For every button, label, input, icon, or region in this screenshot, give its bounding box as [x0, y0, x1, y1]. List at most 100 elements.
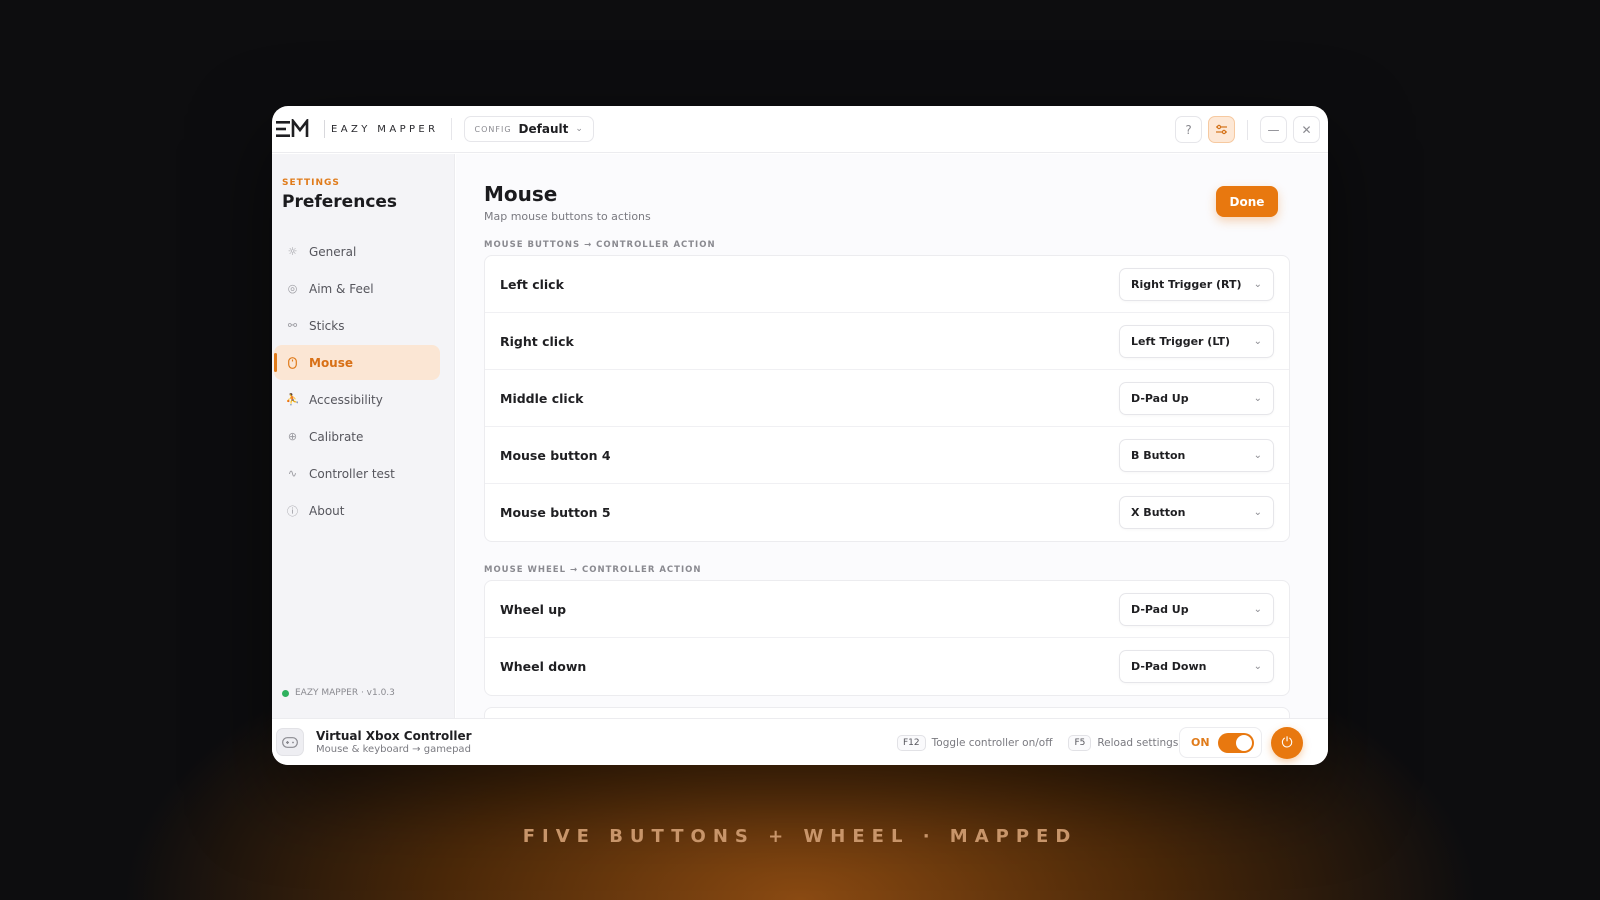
target-icon: ◎: [287, 282, 298, 295]
page-subtitle: Map mouse buttons to actions: [484, 210, 651, 223]
sidebar-item-about[interactable]: ⓘ About: [274, 493, 440, 528]
action-select[interactable]: D-Pad Up ⌄: [1119, 381, 1274, 415]
device-subtitle: Mouse & keyboard → gamepad: [316, 744, 471, 755]
chevron-down-icon: ⌄: [1253, 661, 1262, 672]
chevron-down-icon: ⌄: [1253, 392, 1262, 404]
accessibility-icon: ⛹: [285, 393, 300, 406]
sidebar-item-aim-feel[interactable]: ◎ Aim & Feel: [274, 271, 440, 306]
sidebar-item-label: General: [309, 244, 357, 259]
mapping-label: Right click: [500, 333, 574, 349]
crosshair-icon: ⊕: [287, 430, 298, 443]
mapping-row: Middle click D-Pad Up ⌄: [485, 370, 1289, 427]
sidebar-item-calibrate[interactable]: ⊕ Calibrate: [274, 419, 440, 454]
status-bar: Virtual Xbox Controller Mouse & keyboard…: [272, 718, 1328, 765]
action-select[interactable]: D-Pad Down ⌄: [1119, 650, 1274, 683]
close-icon: ✕: [1301, 122, 1312, 137]
chevron-down-icon: ⌄: [1253, 449, 1262, 461]
close-button[interactable]: ✕: [1293, 116, 1320, 143]
info-icon: ⓘ: [287, 504, 298, 518]
gamepad-icon: [276, 728, 304, 756]
controller-toggle[interactable]: ON: [1179, 727, 1262, 758]
select-value: D-Pad Down: [1131, 660, 1207, 673]
device-name: Virtual Xbox Controller: [316, 729, 472, 743]
buttons-card: Left click Right Trigger (RT) ⌄ Right cl…: [484, 255, 1290, 542]
sliders-icon: [1216, 124, 1227, 135]
sidebar-item-label: Accessibility: [309, 392, 383, 407]
title-divider: [450, 118, 452, 140]
sidebar-eyebrow: SETTINGS: [282, 178, 340, 188]
mapping-label: Middle click: [500, 390, 584, 406]
select-value: Right Trigger (RT): [1131, 277, 1242, 291]
power-icon: ⏻: [1281, 735, 1293, 751]
sticks-icon: ⚯: [287, 319, 298, 332]
mapping-row: Mouse button 5 X Button ⌄: [485, 484, 1289, 541]
sidebar-item-sticks[interactable]: ⚯ Sticks: [274, 308, 440, 343]
config-label: CONFIG: [474, 124, 512, 134]
config-value: Default: [518, 122, 569, 136]
status-dot: [282, 689, 289, 697]
sidebar-item-accessibility[interactable]: ⛹ Accessibility: [274, 382, 440, 417]
power-button[interactable]: ⏻: [1271, 727, 1303, 759]
select-value: B Button: [1131, 448, 1186, 462]
chevron-down-icon: ⌄: [1253, 603, 1262, 615]
app-logo: EAZY MAPPER: [276, 119, 439, 139]
sidebar-item-label: Controller test: [309, 466, 395, 481]
action-select[interactable]: Right Trigger (RT) ⌄: [1119, 267, 1274, 301]
config-dropdown[interactable]: CONFIG Default ⌄: [463, 116, 594, 142]
mapping-label: Left click: [500, 276, 564, 292]
toggle-switch[interactable]: [1217, 732, 1254, 753]
mapping-row: Wheel down D-Pad Down ⌄: [485, 638, 1289, 695]
sidebar-item-general[interactable]: ☼ General: [274, 234, 440, 269]
sidebar-item-label: About: [309, 503, 345, 518]
shortcut-key: F12: [897, 734, 926, 751]
main-content: Mouse Map mouse buttons to actions Done …: [456, 154, 1328, 718]
sun-icon: ☼: [287, 245, 298, 258]
app-window: EAZY MAPPER CONFIG Default ⌄ ? — ✕ SETTI…: [272, 106, 1328, 765]
pulse-icon: ∿: [287, 467, 298, 480]
title-bar: EAZY MAPPER CONFIG Default ⌄ ? — ✕: [272, 106, 1328, 153]
mapping-row: Mouse button 4 B Button ⌄: [485, 427, 1289, 484]
action-select[interactable]: Left Trigger (LT) ⌄: [1119, 324, 1274, 358]
mapping-label: Mouse button 5: [500, 505, 611, 520]
chevron-down-icon: ⌄: [1253, 278, 1262, 290]
sidebar-item-controller-test[interactable]: ∿ Controller test: [274, 456, 440, 491]
action-select[interactable]: X Button ⌄: [1119, 496, 1274, 529]
window-controls: ? — ✕: [1175, 116, 1320, 143]
done-button[interactable]: Done: [1216, 186, 1278, 217]
version-status: EAZY MAPPER · v1.0.3: [282, 688, 395, 698]
sidebar-title: Preferences: [282, 192, 398, 212]
action-select[interactable]: B Button ⌄: [1119, 438, 1274, 472]
sidebar-item-label: Sticks: [309, 318, 345, 333]
select-value: Left Trigger (LT): [1131, 334, 1231, 348]
minimize-icon: —: [1267, 122, 1280, 137]
chevron-down-icon: ⌄: [575, 124, 583, 134]
sidebar-item-label: Aim & Feel: [309, 281, 374, 296]
settings-button[interactable]: [1208, 116, 1235, 143]
minimize-button[interactable]: —: [1260, 116, 1287, 143]
chevron-down-icon: ⌄: [1253, 507, 1262, 518]
action-select[interactable]: D-Pad Up ⌄: [1119, 592, 1274, 626]
sidebar-nav: ☼ General ◎ Aim & Feel ⚯ Sticks Mouse ⛹ …: [274, 234, 440, 530]
mapping-row: Left click Right Trigger (RT) ⌄: [485, 256, 1289, 313]
select-value: D-Pad Up: [1131, 391, 1189, 405]
chevron-down-icon: ⌄: [1253, 335, 1262, 347]
tagline: FIVE BUTTONS + WHEEL · MAPPED: [522, 826, 1078, 847]
sidebar-item-label: Mouse: [309, 355, 354, 370]
shortcut-hints: F12 Toggle controller on/off F5 Reload s…: [897, 719, 1188, 765]
sidebar-item-mouse[interactable]: Mouse: [274, 345, 440, 380]
wheel-section-label: MOUSE WHEEL → CONTROLLER ACTION: [484, 565, 702, 575]
mapping-label: Mouse button 4: [500, 447, 611, 463]
mouse-icon: [286, 356, 299, 369]
buttons-section-label: MOUSE BUTTONS → CONTROLLER ACTION: [484, 240, 716, 250]
wheel-card: Wheel up D-Pad Up ⌄ Wheel down D-Pad Dow…: [484, 580, 1290, 696]
page-title: Mouse: [484, 182, 558, 206]
sidebar-item-label: Calibrate: [309, 429, 364, 444]
sidebar: SETTINGS Preferences ☼ General ◎ Aim & F…: [272, 154, 455, 718]
select-value: D-Pad Up: [1131, 602, 1189, 616]
help-icon: ?: [1185, 122, 1192, 137]
next-card-peek: [484, 707, 1290, 718]
shortcut-key: F5: [1068, 734, 1092, 751]
help-button[interactable]: ?: [1175, 116, 1202, 143]
device-info: Virtual Xbox Controller Mouse & keyboard…: [316, 729, 472, 755]
logo-divider: [324, 120, 325, 138]
